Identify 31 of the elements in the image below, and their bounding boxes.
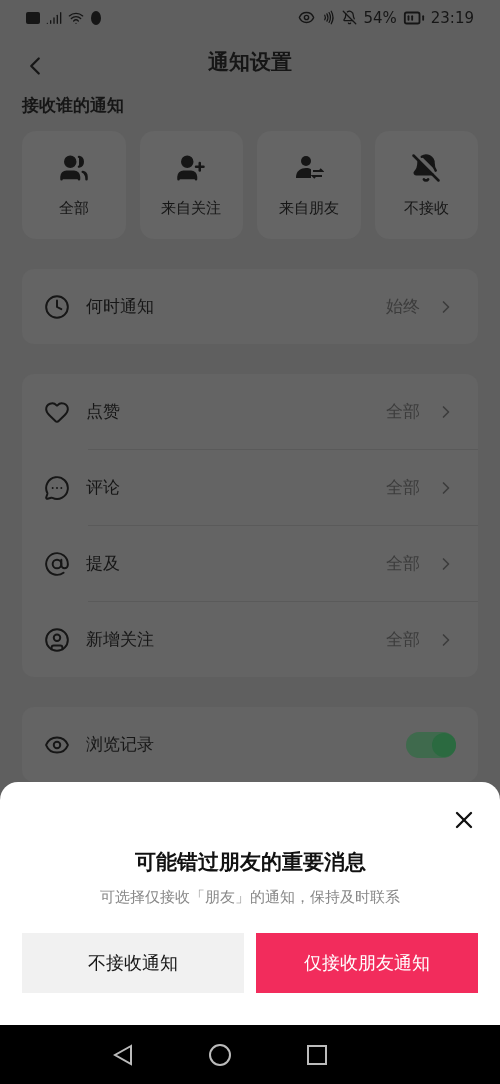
sheet-title: 可能错过朋友的重要消息 bbox=[134, 849, 366, 876]
page-title: 通知设置 bbox=[208, 48, 292, 76]
recents-nav-icon[interactable] bbox=[307, 1044, 327, 1065]
decline-button[interactable]: 不接收通知 bbox=[22, 933, 244, 993]
sheet-subtitle: 可选择仅接收「朋友」的通知，保持及时联系 bbox=[100, 888, 400, 907]
nfc-icon bbox=[321, 10, 337, 25]
bell-off-icon bbox=[342, 10, 358, 25]
audience-option[interactable]: 全部 bbox=[22, 131, 126, 239]
home-nav-icon[interactable] bbox=[209, 1043, 231, 1066]
setting-label: 新增关注 bbox=[86, 628, 155, 651]
clock-icon bbox=[44, 293, 70, 320]
toggle-switch[interactable] bbox=[406, 731, 456, 758]
setting-label: 浏览记录 bbox=[86, 733, 155, 756]
battery-percent: 54% bbox=[363, 8, 397, 27]
setting-label: 点赞 bbox=[86, 400, 121, 423]
at-sign-icon bbox=[44, 550, 70, 577]
signal-icon bbox=[46, 9, 62, 26]
confirm-button[interactable]: 仅接收朋友通知 bbox=[256, 933, 478, 993]
audience-option[interactable]: 不接收 bbox=[374, 131, 478, 239]
setting-label: 何时通知 bbox=[86, 295, 155, 318]
eye-icon bbox=[298, 9, 316, 26]
chat-bubble-icon bbox=[44, 474, 70, 501]
audience-option[interactable]: 来自朋友 bbox=[257, 131, 361, 239]
clock-time: 23:19 bbox=[430, 8, 474, 27]
bell-off-icon bbox=[411, 152, 442, 183]
section-title: 接收谁的通知 bbox=[22, 94, 125, 117]
back-nav-icon[interactable] bbox=[113, 1043, 133, 1066]
audience-option[interactable]: 来自关注 bbox=[139, 131, 243, 239]
setting-label: 提及 bbox=[86, 552, 121, 575]
user-circle-icon bbox=[44, 626, 70, 653]
setting-label: 评论 bbox=[86, 476, 121, 499]
